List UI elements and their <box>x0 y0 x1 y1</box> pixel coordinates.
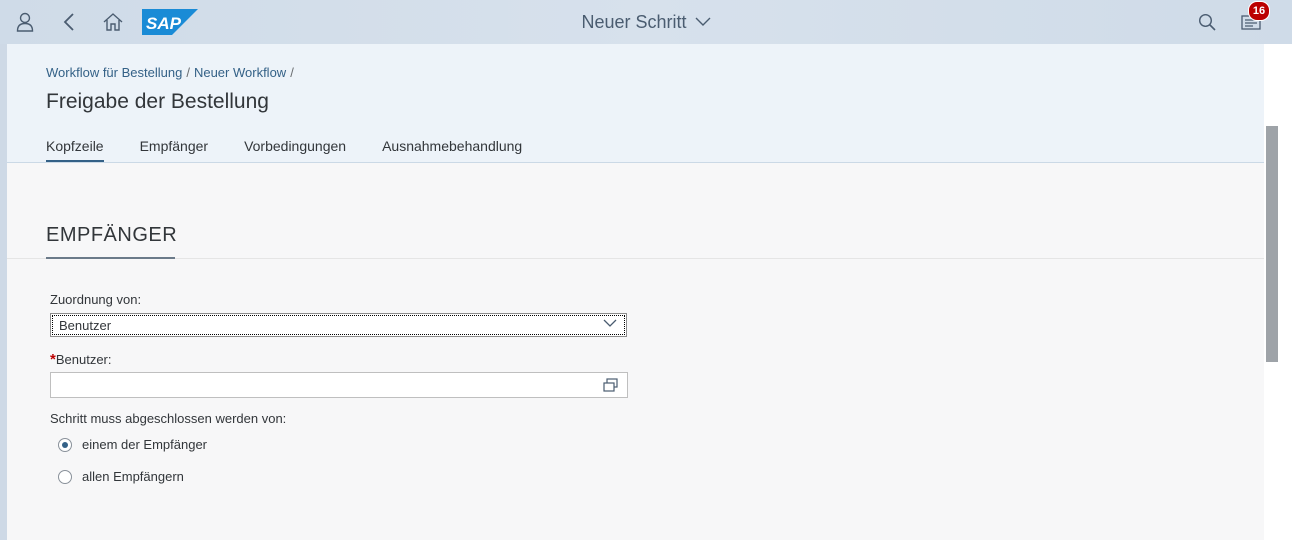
object-header: Workflow für Bestellung / Neuer Workflow / … <box>7 44 1264 163</box>
assignment-select-value: Benutzer <box>59 317 112 333</box>
chevron-down-icon <box>695 17 711 26</box>
back-icon[interactable] <box>57 10 81 34</box>
breadcrumb: Workflow für Bestellung / Neuer Workflow / <box>46 65 298 80</box>
breadcrumb-separator: / <box>290 65 294 80</box>
value-help-icon[interactable] <box>603 378 618 392</box>
home-icon[interactable] <box>101 10 125 34</box>
section-title-underline <box>46 257 175 259</box>
shell-bar: SAP Neuer Schritt 16 <box>0 0 1292 44</box>
chevron-down-icon <box>603 319 617 327</box>
radio-option-one-recipient[interactable]: einem der Empfänger <box>58 437 207 452</box>
notification-badge[interactable]: 16 <box>1248 1 1270 21</box>
tab-bar: Kopfzeile Empfänger Vorbedingungen Ausna… <box>46 138 522 162</box>
sap-logo[interactable]: SAP <box>142 9 198 35</box>
sap-logo-text: SAP <box>146 14 182 33</box>
completion-label: Schritt muss abgeschlossen werden von: <box>50 411 287 426</box>
radio-label: allen Empfängern <box>82 469 184 484</box>
radio-dot <box>62 441 68 448</box>
scrollbar-thumb[interactable] <box>1266 126 1278 362</box>
user-icon[interactable] <box>13 10 37 34</box>
tab-empfaenger[interactable]: Empfänger <box>140 138 208 161</box>
radio-option-all-recipients[interactable]: allen Empfängern <box>58 469 184 484</box>
section-title: EMPFÄNGER <box>46 224 178 246</box>
assignment-select[interactable]: Benutzer <box>50 313 627 337</box>
user-input[interactable] <box>50 372 628 398</box>
breadcrumb-link-new-workflow[interactable]: Neuer Workflow <box>194 65 286 80</box>
tab-ausnahmebehandlung[interactable]: Ausnahmebehandlung <box>382 138 522 161</box>
section-divider <box>7 258 1264 259</box>
page-content: Workflow für Bestellung / Neuer Workflow / … <box>7 44 1264 540</box>
tab-kopfzeile[interactable]: Kopfzeile <box>46 138 104 162</box>
radio-button[interactable] <box>58 469 72 484</box>
breadcrumb-separator: / <box>186 65 190 80</box>
tab-vorbedingungen[interactable]: Vorbedingungen <box>244 138 346 161</box>
radio-button-selected[interactable] <box>58 437 72 452</box>
shell-title: Neuer Schritt <box>581 11 687 32</box>
search-icon[interactable] <box>1195 10 1219 34</box>
breadcrumb-link-workflow[interactable]: Workflow für Bestellung <box>46 65 182 80</box>
assignment-label: Zuordnung von: <box>50 292 142 307</box>
shell-title-dropdown[interactable]: Neuer Schritt <box>581 11 711 33</box>
page-title: Freigabe der Bestellung <box>46 90 269 113</box>
radio-label: einem der Empfänger <box>82 437 208 452</box>
user-label-text: Benutzer: <box>55 352 112 367</box>
user-field-label: *Benutzer: <box>50 351 112 368</box>
